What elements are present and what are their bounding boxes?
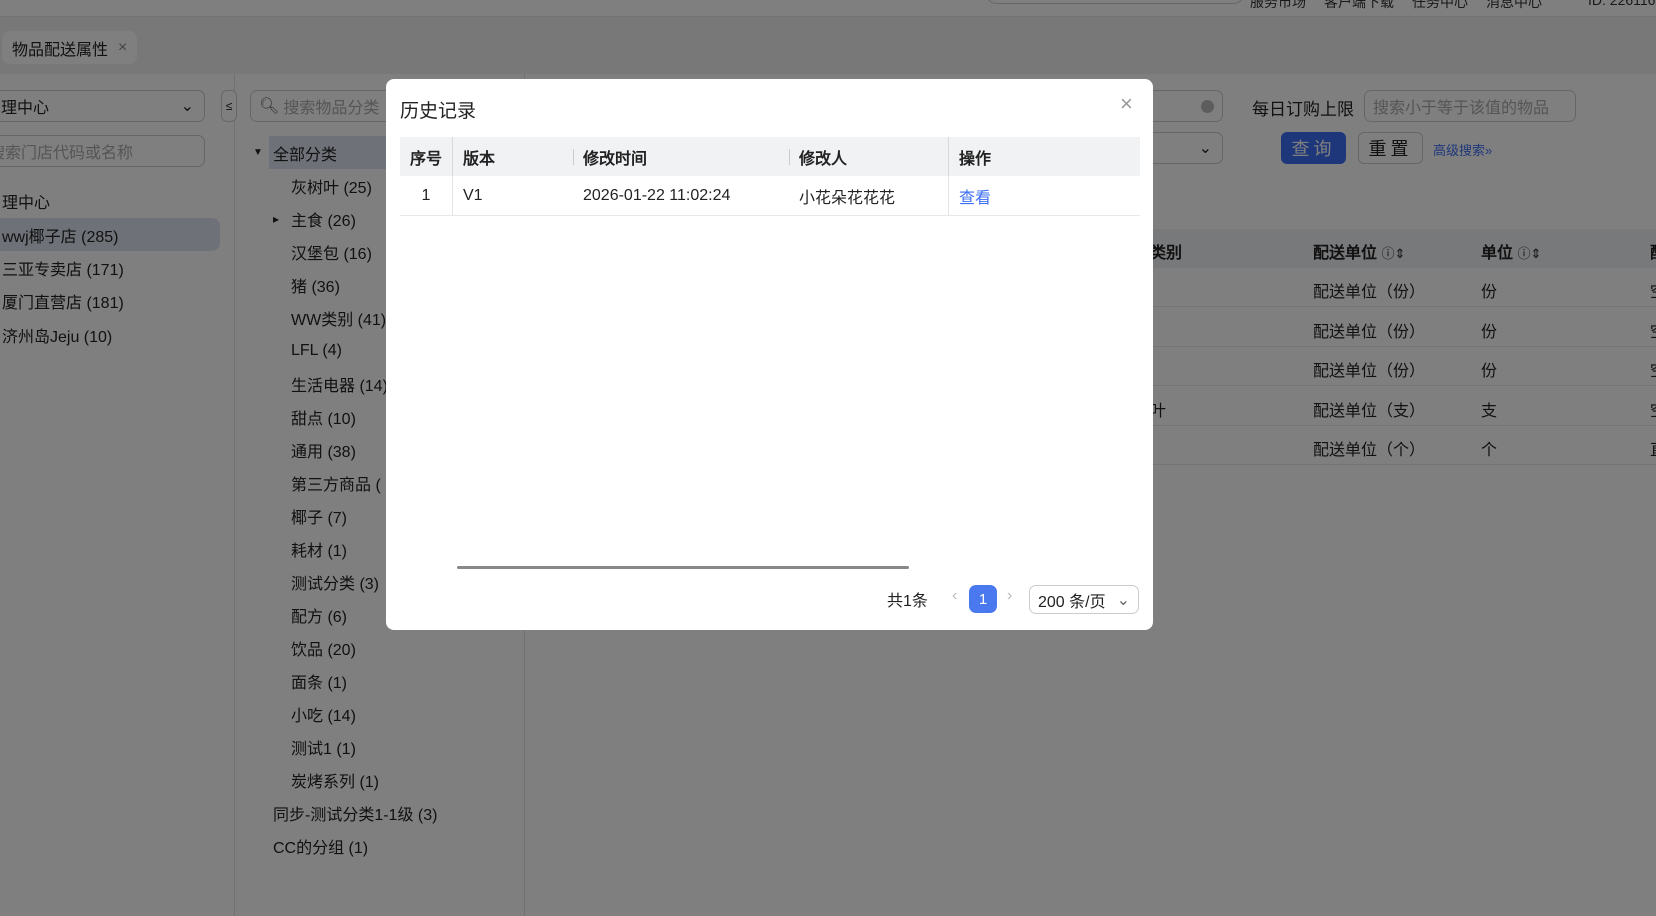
col-time: 修改时间 (573, 137, 789, 176)
horizontal-scrollbar[interactable] (457, 566, 909, 569)
modal-title: 历史记录 (400, 101, 477, 122)
col-version: 版本 (453, 137, 573, 176)
page-size-value: 200 条/页 (1038, 593, 1106, 611)
col-index: 序号 (400, 137, 453, 176)
total-count: 共1条 (887, 593, 928, 610)
next-page-icon[interactable]: › (1007, 587, 1012, 605)
row-index: 1 (400, 176, 453, 216)
page-1-button[interactable]: 1 (969, 585, 997, 613)
row-user: 小花朵花花花 (789, 176, 948, 216)
view-link[interactable]: 查看 (948, 176, 1140, 216)
col-action: 操作 (948, 137, 1140, 176)
prev-page-icon[interactable]: ‹ (952, 587, 957, 605)
history-modal: 历史记录 × 序号 版本 修改时间 修改人 操作 1 V1 2026-01-22… (386, 79, 1153, 630)
chevron-down-icon: ⌄ (1116, 591, 1130, 609)
row-version: V1 (453, 176, 573, 216)
page-size-select[interactable]: 200 条/页 ⌄ (1029, 585, 1139, 614)
row-time: 2026-01-22 11:02:24 (573, 176, 789, 216)
col-user: 修改人 (789, 137, 948, 176)
close-icon[interactable]: × (1120, 91, 1133, 117)
